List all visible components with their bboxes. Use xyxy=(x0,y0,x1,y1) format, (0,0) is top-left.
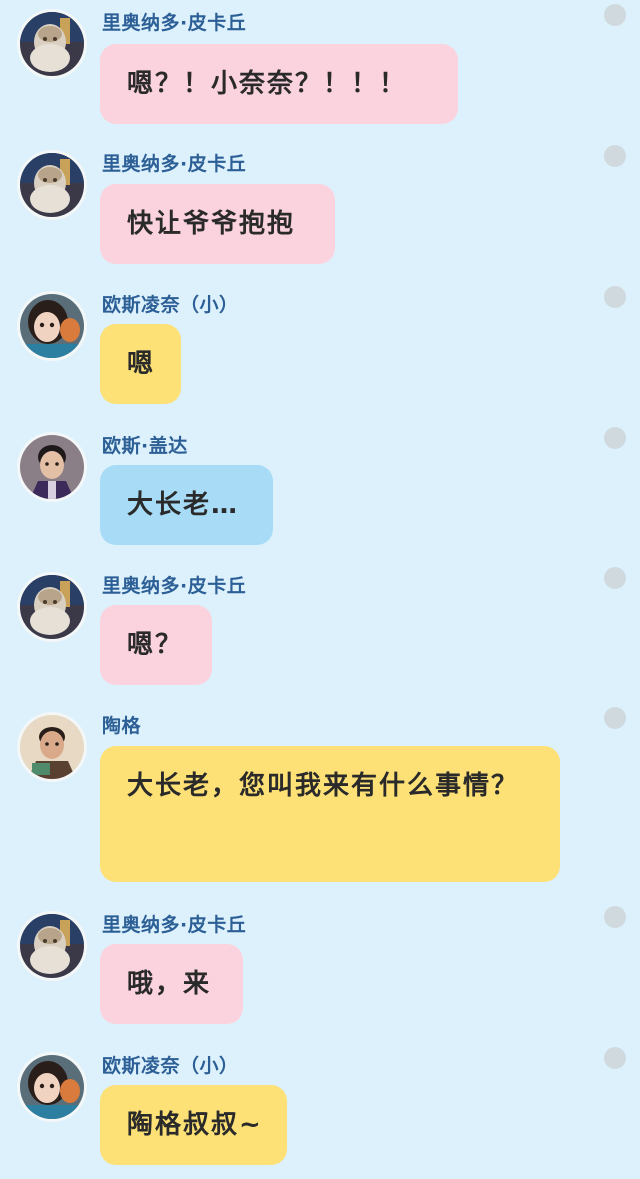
status-dot xyxy=(604,145,626,167)
sender-name: 里奥纳多·皮卡丘 xyxy=(102,12,247,34)
message-bubble[interactable]: 大长老… xyxy=(100,465,273,545)
message-bubble[interactable]: 陶格叔叔~ xyxy=(100,1085,287,1165)
elder-avatar-image xyxy=(20,575,84,639)
chat-view: 里奥纳多·皮卡丘 嗯？！小奈奈？！！！ 里奥纳多·皮卡丘 快让爷爷抱抱 欧斯凌奈… xyxy=(0,0,640,1179)
elder-avatar[interactable] xyxy=(20,914,84,978)
sender-name: 欧斯凌奈（小） xyxy=(102,1055,239,1077)
girl-avatar-image xyxy=(20,1055,84,1119)
elder-avatar[interactable] xyxy=(20,12,84,76)
elder-avatar[interactable] xyxy=(20,575,84,639)
message-bubble[interactable]: 快让爷爷抱抱 xyxy=(100,184,335,264)
man-avatar-image xyxy=(20,435,84,499)
sender-name: 里奥纳多·皮卡丘 xyxy=(102,575,247,597)
status-dot xyxy=(604,1047,626,1069)
status-dot xyxy=(604,567,626,589)
sender-name: 欧斯凌奈（小） xyxy=(102,294,239,316)
girl-avatar-image xyxy=(20,294,84,358)
tao-avatar[interactable] xyxy=(20,715,84,779)
status-dot xyxy=(604,4,626,26)
girl-avatar[interactable] xyxy=(20,294,84,358)
status-dot xyxy=(604,427,626,449)
tao-avatar-image xyxy=(20,715,84,779)
status-dot xyxy=(604,707,626,729)
sender-name: 陶格 xyxy=(102,715,142,737)
sender-name: 里奥纳多·皮卡丘 xyxy=(102,914,247,936)
status-dot xyxy=(604,906,626,928)
message-bubble[interactable]: 嗯 xyxy=(100,324,181,404)
elder-avatar-image xyxy=(20,12,84,76)
elder-avatar[interactable] xyxy=(20,153,84,217)
man-avatar[interactable] xyxy=(20,435,84,499)
message-bubble[interactable]: 大长老，您叫我来有什么事情？ xyxy=(100,746,560,882)
elder-avatar-image xyxy=(20,153,84,217)
sender-name: 里奥纳多·皮卡丘 xyxy=(102,153,247,175)
message-bubble[interactable]: 嗯？ xyxy=(100,605,212,685)
message-bubble[interactable]: 哦，来 xyxy=(100,944,243,1024)
elder-avatar-image xyxy=(20,914,84,978)
status-dot xyxy=(604,286,626,308)
girl-avatar[interactable] xyxy=(20,1055,84,1119)
message-bubble[interactable]: 嗯？！小奈奈？！！！ xyxy=(100,44,458,124)
sender-name: 欧斯·盖达 xyxy=(102,435,188,457)
